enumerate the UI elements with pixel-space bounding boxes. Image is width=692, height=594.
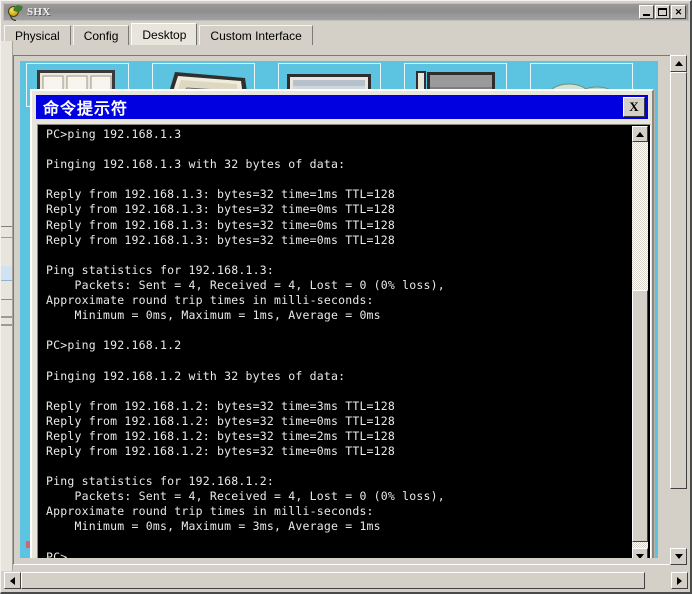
desktop-scroll-up-button[interactable] <box>670 55 687 72</box>
tab-desktop-label: Desktop <box>142 27 187 42</box>
window-title: SHX <box>27 6 51 18</box>
command-prompt-title: 命令提示符 <box>43 99 129 118</box>
terminal-vertical-scrollbar[interactable] <box>632 126 648 558</box>
tab-custom-interface[interactable]: Custom Interface <box>199 25 313 45</box>
terminal-output-text: PC>ping 192.168.1.3 Pinging 192.168.1.3 … <box>46 127 445 558</box>
desktop-scroll-down-button[interactable] <box>670 548 687 565</box>
desktop-scroll-right-button[interactable] <box>671 572 688 589</box>
desktop-scroll-thumb[interactable] <box>670 72 687 489</box>
desktop-panel: 命令提示符 X PC>ping 192.168.1.3 Pinging 192.… <box>13 55 681 565</box>
tab-config[interactable]: Config <box>72 25 130 45</box>
tab-custom-interface-label: Custom Interface <box>210 28 302 43</box>
minimize-button[interactable] <box>639 5 654 19</box>
tab-physical-label: Physical <box>15 28 60 43</box>
desktop-horizontal-scrollbar[interactable] <box>4 572 688 589</box>
desktop-surface[interactable]: 命令提示符 X PC>ping 192.168.1.3 Pinging 192.… <box>20 61 658 558</box>
terminal-scroll-thumb[interactable] <box>632 290 648 542</box>
maximize-button[interactable] <box>655 5 670 19</box>
window-controls: ✕ <box>639 5 686 19</box>
tab-config-label: Config <box>83 28 119 43</box>
command-prompt-title-bar[interactable]: 命令提示符 X <box>36 95 648 119</box>
chevron-left-icon <box>10 576 15 585</box>
desktop-hscroll-track[interactable] <box>21 572 671 589</box>
window-title-bar[interactable]: SHX ✕ <box>3 3 689 21</box>
terminal-output-frame[interactable]: PC>ping 192.168.1.3 Pinging 192.168.1.3 … <box>37 124 651 558</box>
chevron-down-icon <box>674 554 683 559</box>
desktop-scroll-track[interactable] <box>670 72 687 548</box>
background-window-sliver <box>1 41 13 571</box>
tab-bar: Physical Config Desktop Custom Interface <box>4 23 688 45</box>
tab-physical[interactable]: Physical <box>4 25 71 45</box>
close-icon[interactable]: ✕ <box>671 5 686 19</box>
command-prompt-window: 命令提示符 X PC>ping 192.168.1.3 Pinging 192.… <box>30 89 654 558</box>
desktop-hscroll-thumb[interactable] <box>21 572 645 589</box>
tab-desktop[interactable]: Desktop <box>131 23 198 45</box>
chevron-up-icon <box>636 131 644 137</box>
packet-tracer-icon <box>7 3 23 21</box>
chevron-right-icon <box>677 576 682 585</box>
terminal-scroll-up-button[interactable] <box>632 126 648 142</box>
chevron-up-icon <box>674 61 683 66</box>
terminal-scroll-track[interactable] <box>632 142 648 548</box>
desktop-vertical-scrollbar[interactable] <box>670 55 687 565</box>
terminal-scroll-down-button[interactable] <box>632 548 648 558</box>
chevron-down-icon <box>636 553 644 558</box>
desktop-scroll-left-button[interactable] <box>4 572 21 589</box>
command-prompt-close-button[interactable]: X <box>623 97 645 117</box>
application-window: SHX ✕ Physical Config Desktop Custom Int… <box>0 0 692 594</box>
